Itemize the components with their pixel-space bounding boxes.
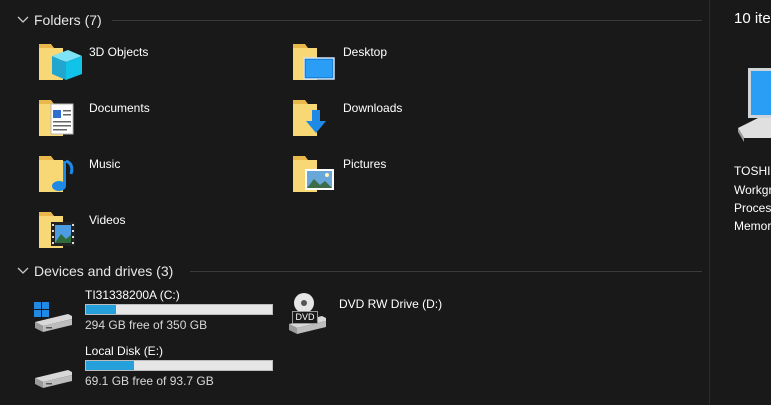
details-processor: Process (734, 201, 771, 215)
folder-music-icon (38, 152, 82, 196)
folder-videos-icon (38, 208, 82, 252)
drive-free-space: 69.1 GB free of 93.7 GB (85, 374, 214, 388)
dvd-badge: DVD (292, 311, 318, 324)
group-header-folders[interactable]: Folders (7) (12, 10, 102, 30)
folder-pictures-icon (292, 152, 336, 196)
details-computer-name: TOSHI (734, 164, 771, 178)
chevron-down-icon (12, 16, 34, 24)
folder-desktop-icon (292, 40, 336, 84)
group-divider (190, 271, 702, 272)
folder-documents[interactable]: Documents (38, 96, 278, 144)
folder-pictures[interactable]: Pictures (292, 152, 532, 200)
folder-label: Pictures (343, 157, 387, 171)
drive-usage-fill (86, 361, 135, 370)
computer-icon (738, 66, 771, 146)
folder-label: Downloads (343, 101, 403, 115)
folder-music[interactable]: Music (38, 152, 278, 200)
drive-d[interactable]: DVD DVD RW Drive (D:) (278, 291, 538, 339)
folder-videos[interactable]: Videos (38, 208, 278, 256)
windows-drive-icon (24, 288, 76, 336)
folder-label: 3D Objects (89, 45, 149, 59)
group-title: Devices and drives (3) (34, 263, 174, 279)
content-pane: Folders (7) 3D Objects Desktop Documents… (12, 0, 709, 405)
drive-name: DVD RW Drive (D:) (339, 297, 443, 311)
drive-usage-fill (86, 305, 116, 314)
folder-label: Desktop (343, 45, 388, 59)
folder-3d-objects[interactable]: 3D Objects (38, 40, 278, 88)
folder-3d-objects-icon (38, 40, 82, 84)
group-header-devices[interactable]: Devices and drives (3) (12, 261, 173, 281)
drive-usage-bar (85, 304, 273, 315)
details-workgroup: Workgr (734, 183, 771, 197)
drive-c[interactable]: TI31338200A (C:) 294 GB free of 350 GB (24, 288, 284, 336)
drive-e[interactable]: Local Disk (E:) 69.1 GB free of 93.7 GB (24, 344, 284, 392)
folder-label: Documents (89, 101, 150, 115)
folder-documents-icon (38, 96, 82, 140)
drive-name: TI31338200A (C:) (85, 288, 180, 302)
details-pane: 10 ite TOSHI Workgr Process Memor (710, 0, 771, 405)
drive-free-space: 294 GB free of 350 GB (85, 318, 208, 332)
folder-desktop[interactable]: Desktop (292, 40, 532, 88)
chevron-down-icon (12, 267, 34, 275)
folder-label: Videos (89, 213, 126, 227)
folder-downloads-icon (292, 96, 336, 140)
drive-usage-bar (85, 360, 273, 371)
group-divider (112, 20, 702, 21)
folder-downloads[interactable]: Downloads (292, 96, 532, 144)
drive-name: Local Disk (E:) (85, 344, 164, 358)
hard-disk-icon (24, 344, 76, 392)
group-title: Folders (7) (34, 12, 102, 28)
details-memory: Memor (734, 219, 771, 233)
item-count: 10 ite (734, 10, 771, 27)
folder-label: Music (89, 157, 121, 171)
navigation-pane-edge (0, 0, 12, 405)
